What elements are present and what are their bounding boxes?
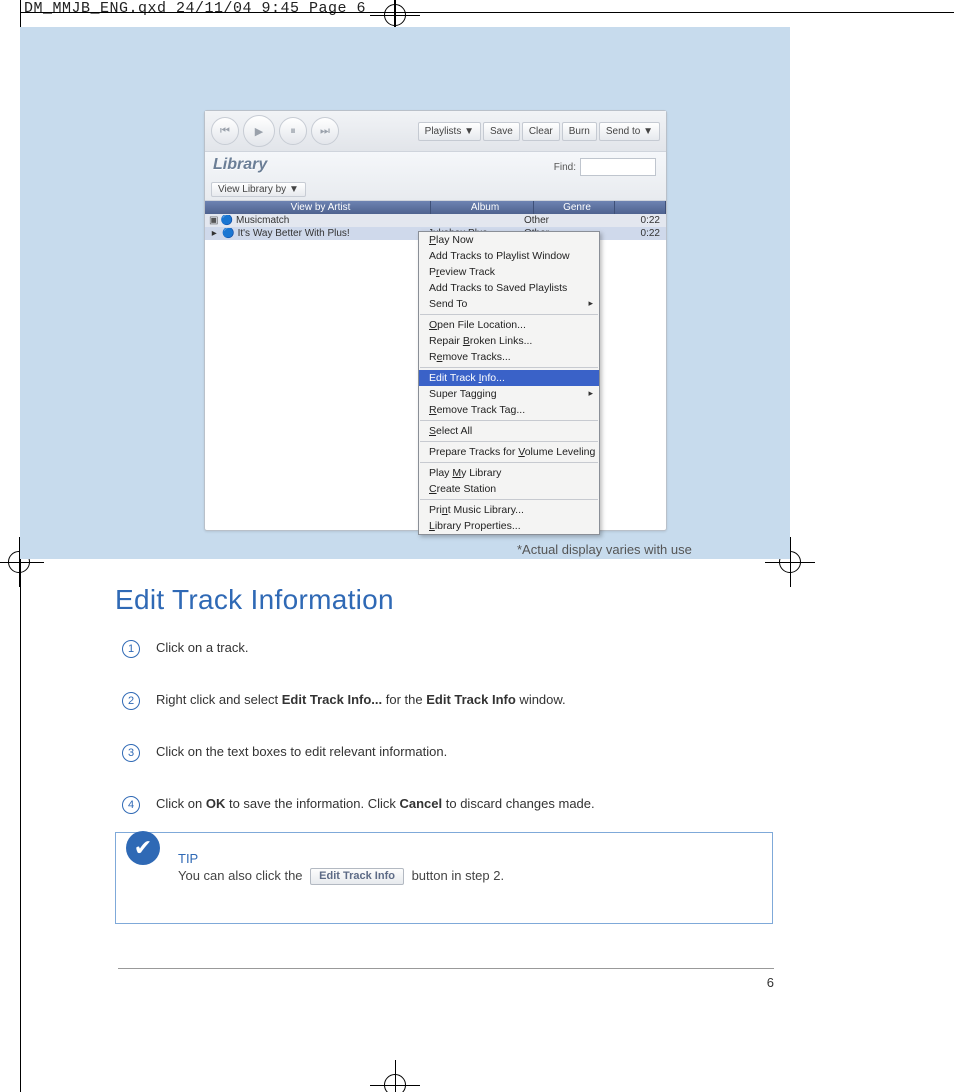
player-toolbar: ⏮ ▶ ⏸ ⏭ Playlists ▼ Save Clear Burn Send… xyxy=(205,111,666,152)
step-2: 2 Right click and select Edit Track Info… xyxy=(122,692,762,710)
tip-body: TIP You can also click the Edit Track In… xyxy=(178,851,760,885)
step-text: Click on the text boxes to edit relevant… xyxy=(156,744,447,759)
menu-sep xyxy=(420,441,598,442)
menu-open-location[interactable]: Open File Location... xyxy=(419,317,599,333)
col-artist[interactable]: View by Artist xyxy=(205,201,431,214)
view-library-by-button[interactable]: View Library by ▼ xyxy=(211,182,306,197)
find-input[interactable] xyxy=(580,158,656,176)
col-album[interactable]: Album xyxy=(431,201,534,214)
menu-create-station[interactable]: Create Station xyxy=(419,481,599,497)
menu-select-all[interactable]: Select All xyxy=(419,423,599,439)
page-title: Edit Track Information xyxy=(115,584,394,616)
col-genre[interactable]: Genre xyxy=(534,201,615,214)
menu-sep xyxy=(420,420,598,421)
find-label: Find: xyxy=(554,162,576,173)
step-1: 1 Click on a track. xyxy=(122,640,762,658)
menu-library-properties[interactable]: Library Properties... xyxy=(419,518,599,534)
step-4: 4 Click on OK to save the information. C… xyxy=(122,796,762,814)
context-menu: Play Now Add Tracks to Playlist Window P… xyxy=(418,231,600,535)
tip-label: TIP xyxy=(178,851,760,866)
library-header: Library Find: View Library by ▼ xyxy=(205,152,666,201)
step-text: Right click and select Edit Track Info..… xyxy=(156,692,566,707)
col-time[interactable] xyxy=(615,201,666,214)
steps-list: 1 Click on a track. 2 Right click and se… xyxy=(122,640,762,848)
send-to-button[interactable]: Send to ▼ xyxy=(599,122,660,141)
figure-note: *Actual display varies with use xyxy=(517,542,692,557)
prev-track-button[interactable]: ⏮ xyxy=(211,117,239,145)
menu-sep xyxy=(420,314,598,315)
clear-button[interactable]: Clear xyxy=(522,122,560,141)
menu-edit-track-info[interactable]: Edit Track Info... xyxy=(419,370,599,386)
menu-send-to[interactable]: Send To xyxy=(419,296,599,312)
step-text: Click on OK to save the information. Cli… xyxy=(156,796,595,811)
play-button[interactable]: ▶ xyxy=(243,115,275,147)
column-headers: View by Artist Album Genre xyxy=(205,201,666,214)
edit-track-info-button[interactable]: Edit Track Info xyxy=(310,868,404,885)
step-number-icon: 4 xyxy=(122,796,140,814)
step-number-icon: 3 xyxy=(122,744,140,762)
menu-sep xyxy=(420,499,598,500)
figure-panel: ⏮ ▶ ⏸ ⏭ Playlists ▼ Save Clear Burn Send… xyxy=(20,27,790,559)
menu-play-now[interactable]: Play Now xyxy=(419,232,599,248)
menu-play-library[interactable]: Play My Library xyxy=(419,465,599,481)
step-number-icon: 1 xyxy=(122,640,140,658)
menu-repair-links[interactable]: Repair Broken Links... xyxy=(419,333,599,349)
burn-button[interactable]: Burn xyxy=(562,122,597,141)
menu-remove-tag[interactable]: Remove Track Tag... xyxy=(419,402,599,418)
step-number-icon: 2 xyxy=(122,692,140,710)
pause-button[interactable]: ⏸ xyxy=(279,117,307,145)
menu-print-library[interactable]: Print Music Library... xyxy=(419,502,599,518)
menu-prepare-leveling[interactable]: Prepare Tracks for Volume Leveling xyxy=(419,444,599,460)
menu-sep xyxy=(420,367,598,368)
step-3: 3 Click on the text boxes to edit releva… xyxy=(122,744,762,762)
checkmark-icon: ✔ xyxy=(126,831,160,865)
save-button[interactable]: Save xyxy=(483,122,520,141)
playlists-button[interactable]: Playlists ▼ xyxy=(418,122,481,141)
library-title: Library xyxy=(213,156,267,174)
find-field: Find: xyxy=(554,158,656,176)
page: DM_MMJB_ENG.qxd 24/11/04 9:45 Page 6 ⏮ ▶… xyxy=(0,0,954,1092)
menu-add-saved[interactable]: Add Tracks to Saved Playlists xyxy=(419,280,599,296)
menu-super-tagging[interactable]: Super Tagging xyxy=(419,386,599,402)
app-screenshot: ⏮ ▶ ⏸ ⏭ Playlists ▼ Save Clear Burn Send… xyxy=(204,110,667,531)
step-text: Click on a track. xyxy=(156,640,248,655)
menu-add-playlist[interactable]: Add Tracks to Playlist Window xyxy=(419,248,599,264)
artist-group-row[interactable]: ▣ 🔵 Musicmatch Other 0:22 xyxy=(205,214,666,227)
menu-preview[interactable]: Preview Track xyxy=(419,264,599,280)
footer-rule xyxy=(118,968,774,969)
next-track-button[interactable]: ⏭ xyxy=(311,117,339,145)
page-number: 6 xyxy=(767,975,774,990)
menu-sep xyxy=(420,462,598,463)
tip-box: ✔ TIP You can also click the Edit Track … xyxy=(115,832,773,924)
menu-remove-tracks[interactable]: Remove Tracks... xyxy=(419,349,599,365)
crop-mark-bottom xyxy=(370,1060,420,1092)
